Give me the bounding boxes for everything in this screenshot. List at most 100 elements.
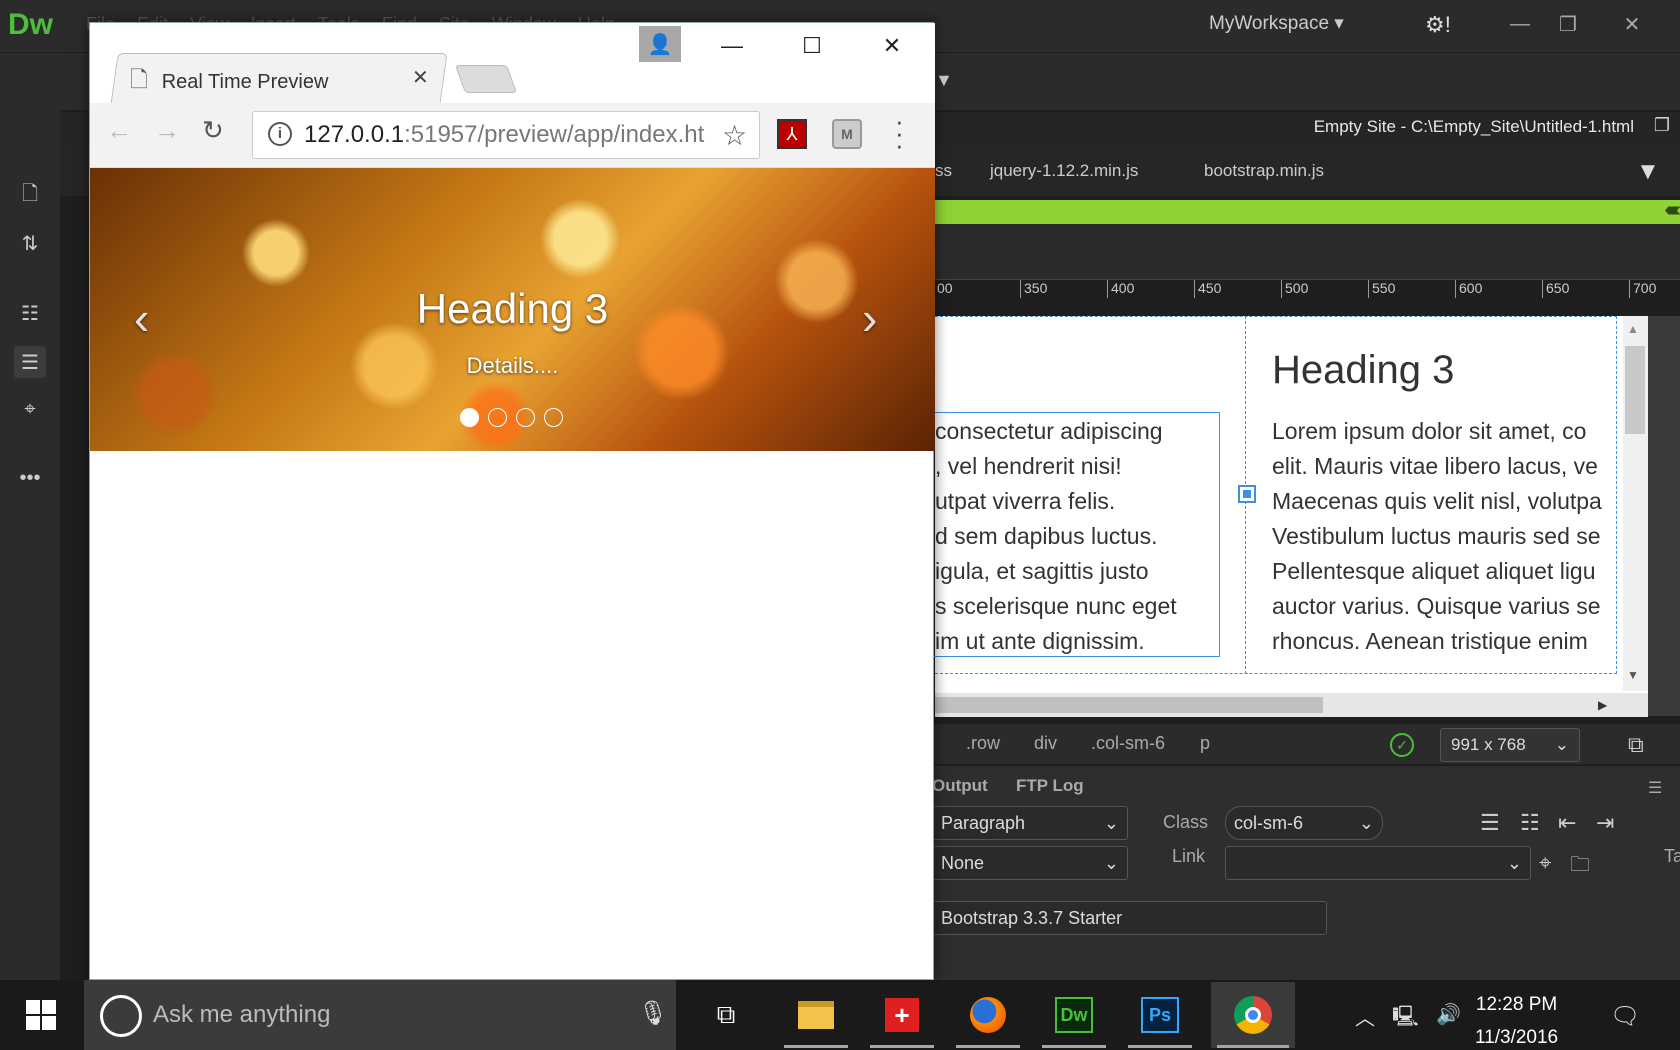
live-view-status-bar xyxy=(880,200,1680,224)
preview-device-icon[interactable]: ⧉ xyxy=(1628,732,1644,758)
left-column-paragraph[interactable]: consectetur adipiscing , vel hendrerit ni… xyxy=(935,414,1215,659)
class-select[interactable]: col-sm-6 ⌄ xyxy=(1225,806,1383,840)
dreamweaver-button[interactable]: Dw xyxy=(1036,982,1112,1048)
red-app-button[interactable]: + xyxy=(864,982,940,1048)
show-hidden-icons-icon[interactable]: ︿ xyxy=(1355,1002,1375,1031)
ruler-tick-label: 00 xyxy=(933,280,953,298)
document-title: Empty Site - C:\Empty_Site\Untitled-1.ht… xyxy=(1313,117,1634,136)
collapse-arrows-icon[interactable]: ‹‹‹‹‹‹‹ xyxy=(1664,199,1680,222)
back-arrow-icon[interactable]: ← xyxy=(106,115,132,146)
start-button[interactable] xyxy=(0,980,82,1050)
tab-content: 🗋 Real Time Preview xyxy=(130,63,328,101)
tag-col-sm-6[interactable]: .col-sm-6 xyxy=(1083,731,1173,756)
microphone-icon[interactable]: 🎙 xyxy=(638,999,668,1028)
screen-size-select[interactable]: 991 x 768 ⌄ xyxy=(1440,728,1580,762)
file-transfer-icon[interactable]: ⇅ xyxy=(14,227,46,259)
reload-icon[interactable]: ↻ xyxy=(202,115,224,146)
extension-m-icon[interactable]: M xyxy=(832,119,862,149)
carousel-indicator-dot[interactable] xyxy=(488,408,507,427)
left-column-line: , vel hendrerit nisi! xyxy=(935,453,1122,479)
code-format-icon[interactable]: ☰ xyxy=(14,346,46,378)
design-heading[interactable]: Heading 3 xyxy=(1272,348,1454,393)
info-icon[interactable]: i xyxy=(268,122,292,146)
cortana-icon[interactable] xyxy=(100,995,142,1037)
restore-doc-icon[interactable]: ❐ xyxy=(1654,115,1670,136)
format-value: Paragraph xyxy=(941,813,1026,833)
carousel-indicator-dot[interactable] xyxy=(460,408,479,427)
tab-output[interactable]: Output xyxy=(932,776,988,796)
task-view-icon: ⧉ xyxy=(716,999,736,1029)
carousel-indicator-dot[interactable] xyxy=(544,408,563,427)
chrome-icon-center xyxy=(1245,1007,1261,1023)
tag-row[interactable]: .row xyxy=(958,731,1008,756)
action-center-icon[interactable]: 🗨 xyxy=(1610,1002,1640,1031)
link-input[interactable]: ⌄ xyxy=(1225,846,1531,880)
carousel-next-icon[interactable]: › xyxy=(862,291,877,345)
clock[interactable]: 12:28 PM 11/3/2016 xyxy=(1475,988,1558,1050)
chrome-menu-icon[interactable]: · · · xyxy=(895,108,904,158)
acrobat-extension-icon[interactable]: ⅄ xyxy=(777,119,807,149)
volume-icon[interactable]: 🔊 xyxy=(1436,1002,1461,1027)
tag-div[interactable]: div xyxy=(1026,731,1065,756)
dw-minimize-button[interactable]: — xyxy=(1498,6,1542,42)
chrome-button[interactable] xyxy=(1211,982,1295,1048)
filter-icon[interactable]: ▼ xyxy=(1636,158,1660,186)
related-file-css[interactable]: ss xyxy=(935,161,952,181)
scroll-down-icon[interactable]: ▼ xyxy=(1627,668,1639,682)
ruler-tick-label: 450 xyxy=(1194,280,1221,298)
related-file-bootstrap[interactable]: bootstrap.min.js xyxy=(1204,161,1324,181)
profile-avatar-icon[interactable]: 👤 xyxy=(639,26,681,62)
dw-restore-button[interactable]: ❐ xyxy=(1546,6,1590,42)
heading-select[interactable]: None ⌄ xyxy=(932,846,1128,880)
toolbar-dropdown-icon[interactable]: ▼ xyxy=(935,70,953,91)
browse-folder-icon[interactable]: 🗀 xyxy=(1570,850,1590,884)
tab-ftp-log[interactable]: FTP Log xyxy=(1016,776,1084,796)
point-to-file-icon[interactable]: ⌖ xyxy=(1539,850,1551,876)
element-target-icon[interactable]: ⌖ xyxy=(14,393,46,425)
scroll-up-icon[interactable]: ▲ xyxy=(1627,322,1639,336)
chrome-close-button[interactable]: ✕ xyxy=(866,29,918,63)
bookmark-star-icon[interactable]: ☆ xyxy=(722,119,747,152)
design-horizontal-scroll-thumb[interactable] xyxy=(935,697,1323,713)
design-vertical-scroll-thumb[interactable] xyxy=(1625,346,1645,434)
chrome-minimize-button[interactable]: — xyxy=(706,29,758,63)
indent-icon[interactable]: ⇥ xyxy=(1596,810,1614,836)
workspace-switcher[interactable]: MyWorkspace ▾ xyxy=(1209,12,1344,35)
column-resize-handle[interactable] xyxy=(1238,485,1256,503)
ruler-tick-label: 600 xyxy=(1455,280,1482,298)
scroll-right-icon[interactable]: ▶ xyxy=(1598,698,1607,712)
no-errors-check-icon[interactable]: ✓ xyxy=(1390,733,1414,757)
more-tools-icon[interactable]: ••• xyxy=(14,462,46,494)
format-select[interactable]: Paragraph ⌄ xyxy=(932,806,1128,840)
task-view-button[interactable]: ⧉ xyxy=(688,982,764,1048)
outdent-icon[interactable]: ⇤ xyxy=(1558,810,1576,836)
close-tab-icon[interactable]: ✕ xyxy=(412,65,429,90)
photoshop-button[interactable]: Ps xyxy=(1122,982,1198,1048)
right-column-line: Maecenas quis velit nisl, volutpa xyxy=(1272,488,1602,514)
template-field[interactable]: Bootstrap 3.3.7 Starter xyxy=(932,901,1327,935)
network-icon[interactable]: 🖳 xyxy=(1392,1002,1419,1036)
ordered-list-icon[interactable]: ☷ xyxy=(1520,810,1540,836)
dw-logo: Dw xyxy=(8,8,53,41)
firefox-button[interactable] xyxy=(950,982,1026,1048)
folder-icon xyxy=(798,1001,834,1029)
screen-size-value: 991 x 768 xyxy=(1451,735,1526,754)
forward-arrow-icon[interactable]: → xyxy=(154,115,180,146)
panel-menu-icon[interactable]: ☰ xyxy=(1648,778,1662,798)
open-document-icon[interactable]: 🗋 xyxy=(14,180,46,212)
chrome-maximize-button[interactable]: ☐ xyxy=(786,29,838,63)
live-view-options-icon[interactable]: ☷ xyxy=(14,297,46,329)
new-tab-button[interactable] xyxy=(454,65,518,93)
tag-p[interactable]: p xyxy=(1192,731,1218,756)
carousel-prev-icon[interactable]: ‹ xyxy=(134,291,149,345)
related-file-jquery[interactable]: jquery-1.12.2.min.js xyxy=(990,161,1138,181)
chrome-icon xyxy=(1234,996,1272,1034)
dreamweaver-icon: Dw xyxy=(1055,997,1093,1033)
unordered-list-icon[interactable]: ☰ xyxy=(1480,810,1500,836)
right-column-paragraph[interactable]: Lorem ipsum dolor sit amet, co elit. Maur… xyxy=(1272,414,1620,659)
dw-close-button[interactable]: ✕ xyxy=(1610,6,1654,42)
file-explorer-button[interactable] xyxy=(778,982,854,1048)
gear-icon[interactable]: ⚙! xyxy=(1425,12,1451,38)
url-text[interactable]: 127.0.0.1:51957/preview/app/index.ht xyxy=(304,121,704,149)
carousel-indicator-dot[interactable] xyxy=(516,408,535,427)
